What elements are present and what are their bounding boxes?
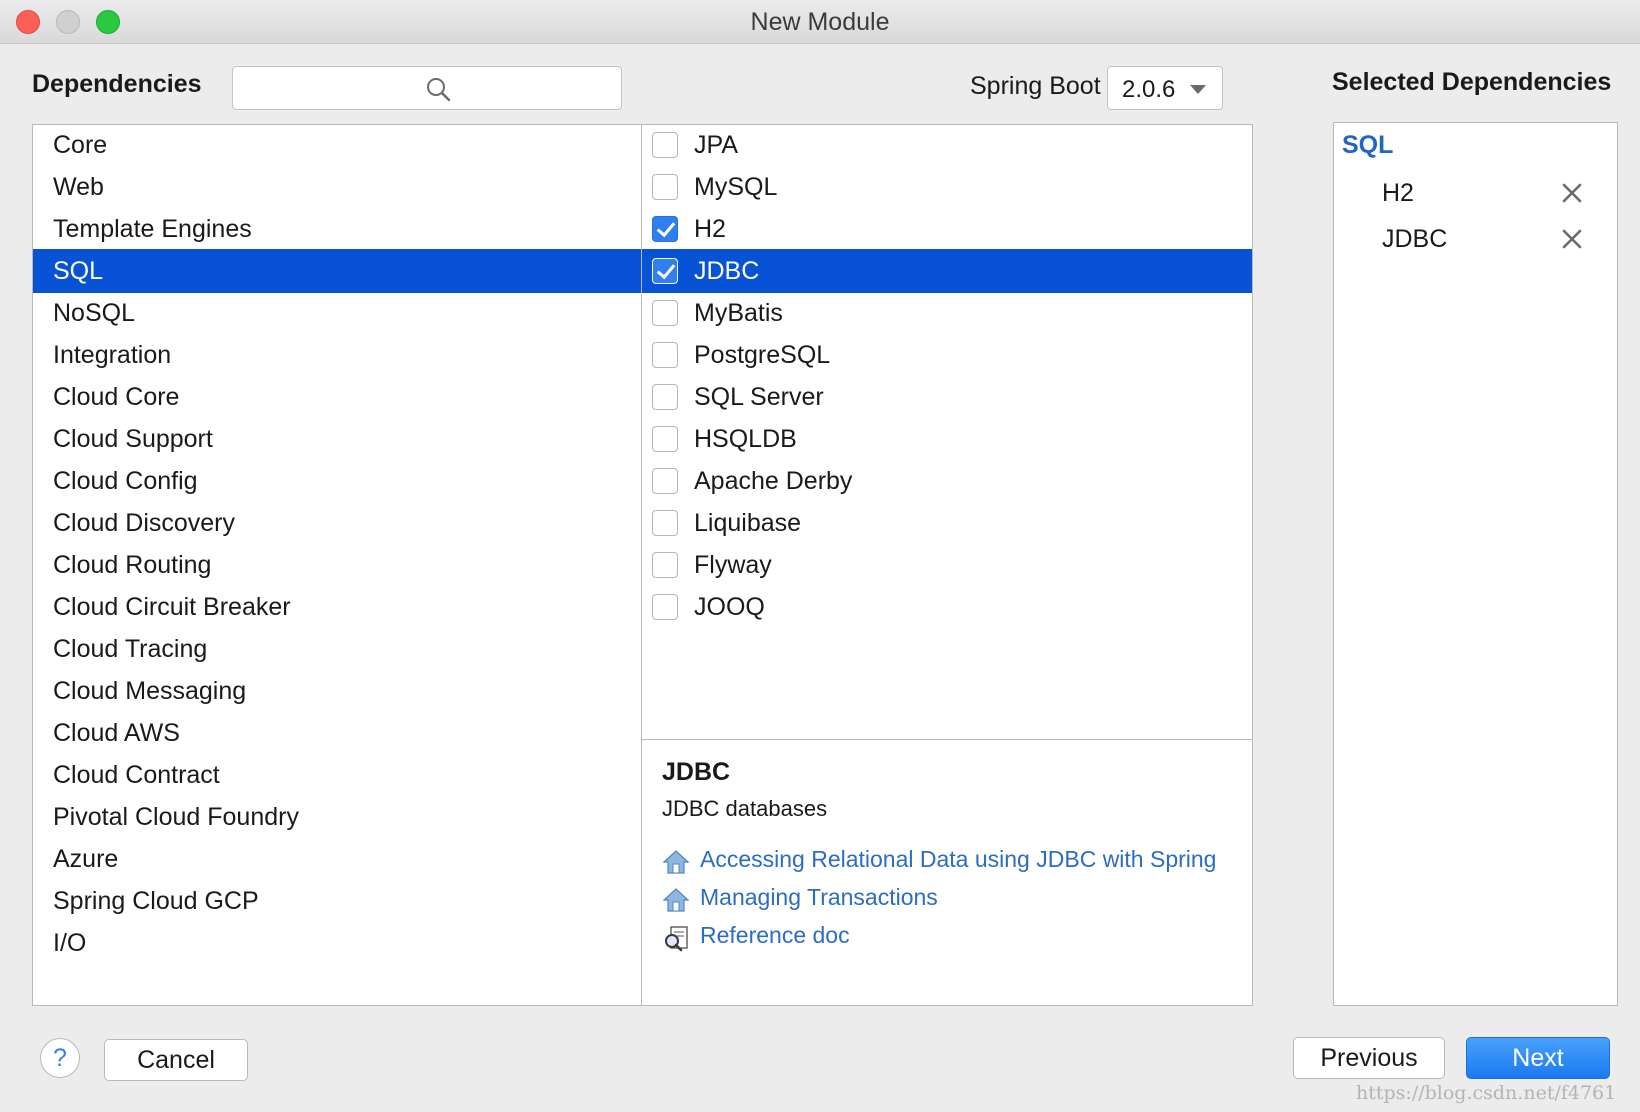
selected-dependencies-panel: SQL H2 JDBC [1333, 122, 1618, 1006]
selected-dependencies-label: Selected Dependencies [1332, 68, 1612, 96]
dependency-checkbox[interactable] [652, 216, 678, 242]
selected-item: JDBC [1382, 217, 1607, 261]
dependency-item[interactable]: Liquibase [642, 501, 1252, 545]
dependency-checkbox[interactable] [652, 552, 678, 578]
dependency-checkbox[interactable] [652, 426, 678, 452]
description-title: JDBC [662, 758, 731, 786]
dependency-item[interactable]: MyBatis [642, 291, 1252, 335]
dependency-list: JPA MySQL H2 JDBC MyBatis PostgreSQL SQL Serve… [641, 124, 1253, 740]
guide-house-icon [662, 850, 690, 874]
category-item[interactable]: Cloud Support [33, 417, 641, 461]
category-item[interactable]: Pivotal Cloud Foundry [33, 795, 641, 839]
dependency-label: Apache Derby [694, 467, 853, 495]
category-item[interactable]: Cloud Tracing [33, 627, 641, 671]
dependency-description: JDBC JDBC databases Accessing Relational… [641, 739, 1253, 1006]
category-item[interactable]: Azure [33, 837, 641, 881]
category-list: Core Web Template Engines SQL NoSQL Integrati… [32, 124, 642, 1006]
dependency-label: H2 [694, 215, 726, 243]
dependency-checkbox[interactable] [652, 510, 678, 536]
description-text: JDBC databases [662, 796, 828, 821]
search-field[interactable] [232, 66, 622, 110]
dependency-checkbox[interactable] [652, 174, 678, 200]
new-module-dialog: New Module Dependencies Spring Boot 2.0.… [0, 0, 1640, 1112]
reference-doc-label[interactable]: Reference doc [700, 922, 850, 949]
guide-link-jdbc[interactable]: Accessing Relational Data using JDBC wit… [662, 844, 1242, 880]
dependency-label: MySQL [694, 173, 778, 201]
dependency-item[interactable]: MySQL [642, 165, 1252, 209]
category-item[interactable]: Core [33, 123, 641, 167]
remove-icon[interactable] [1558, 225, 1586, 253]
cancel-button[interactable]: Cancel [104, 1039, 248, 1081]
search-icon [427, 78, 451, 102]
dependency-item[interactable]: SQL Server [642, 375, 1252, 419]
category-item[interactable]: Integration [33, 333, 641, 377]
dependency-checkbox[interactable] [652, 132, 678, 158]
category-item[interactable]: Cloud Contract [33, 753, 641, 797]
dependency-item[interactable]: JPA [642, 123, 1252, 167]
dependency-item[interactable]: H2 [642, 207, 1252, 251]
watermark-text: https://blog.csdn.net/f4761 [1356, 1082, 1617, 1104]
dependency-checkbox[interactable] [652, 384, 678, 410]
dependency-label: JPA [694, 131, 738, 159]
remove-icon[interactable] [1558, 179, 1586, 207]
guide-link-label[interactable]: Managing Transactions [700, 884, 938, 911]
next-button[interactable]: Next [1466, 1037, 1610, 1079]
dependency-checkbox[interactable] [652, 300, 678, 326]
spring-boot-version-value: 2.0.6 [1122, 76, 1176, 103]
category-item[interactable]: Cloud Messaging [33, 669, 641, 713]
category-item[interactable]: NoSQL [33, 291, 641, 335]
help-button[interactable]: ? [40, 1038, 80, 1078]
category-item[interactable]: Web [33, 165, 641, 209]
category-item[interactable]: Cloud Discovery [33, 501, 641, 545]
category-item[interactable]: Spring Cloud GCP [33, 879, 641, 923]
dependency-item[interactable]: HSQLDB [642, 417, 1252, 461]
dependency-label: SQL Server [694, 383, 824, 411]
title-bar: New Module [0, 0, 1640, 44]
selected-item-label: H2 [1382, 179, 1414, 207]
category-item[interactable]: Template Engines [33, 207, 641, 251]
dependencies-label: Dependencies [32, 70, 202, 98]
guide-link-label[interactable]: Accessing Relational Data using JDBC wit… [700, 846, 1216, 873]
dependency-checkbox[interactable] [652, 258, 678, 284]
reference-doc-link[interactable]: Reference doc [662, 920, 1242, 956]
dependency-checkbox[interactable] [652, 594, 678, 620]
category-item[interactable]: Cloud AWS [33, 711, 641, 755]
category-item[interactable]: Cloud Routing [33, 543, 641, 587]
selected-item-label: JDBC [1382, 225, 1448, 253]
spring-boot-label: Spring Boot [970, 72, 1101, 100]
reference-doc-icon [665, 926, 688, 952]
selected-item: H2 [1382, 171, 1607, 215]
category-item[interactable]: Cloud Circuit Breaker [33, 585, 641, 629]
dependency-checkbox[interactable] [652, 468, 678, 494]
dependency-item[interactable]: JOOQ [642, 585, 1252, 629]
dependency-item[interactable]: JDBC [642, 249, 1252, 293]
guide-house-icon [662, 888, 690, 912]
category-item[interactable]: I/O [33, 921, 641, 965]
dependency-label: JDBC [694, 257, 760, 285]
dependency-checkbox[interactable] [652, 342, 678, 368]
category-item[interactable]: Cloud Config [33, 459, 641, 503]
dependency-item[interactable]: Apache Derby [642, 459, 1252, 503]
guide-link-transactions[interactable]: Managing Transactions [662, 882, 1242, 918]
spring-boot-version-select[interactable]: 2.0.6 [1107, 66, 1223, 110]
dependency-item[interactable]: Flyway [642, 543, 1252, 587]
dependency-label: Liquibase [694, 509, 802, 537]
dependency-label: MyBatis [694, 299, 783, 327]
chevron-down-icon [1190, 85, 1206, 94]
selected-group-label: SQL [1342, 131, 1394, 159]
category-item[interactable]: Cloud Core [33, 375, 641, 419]
window-title: New Module [750, 8, 890, 36]
dependency-item[interactable]: PostgreSQL [642, 333, 1252, 377]
previous-button[interactable]: Previous [1293, 1037, 1445, 1079]
dependency-label: HSQLDB [694, 425, 797, 453]
dependency-label: Flyway [694, 551, 772, 579]
dependency-label: PostgreSQL [694, 341, 831, 369]
category-item[interactable]: SQL [33, 249, 641, 293]
dependency-label: JOOQ [694, 593, 765, 621]
